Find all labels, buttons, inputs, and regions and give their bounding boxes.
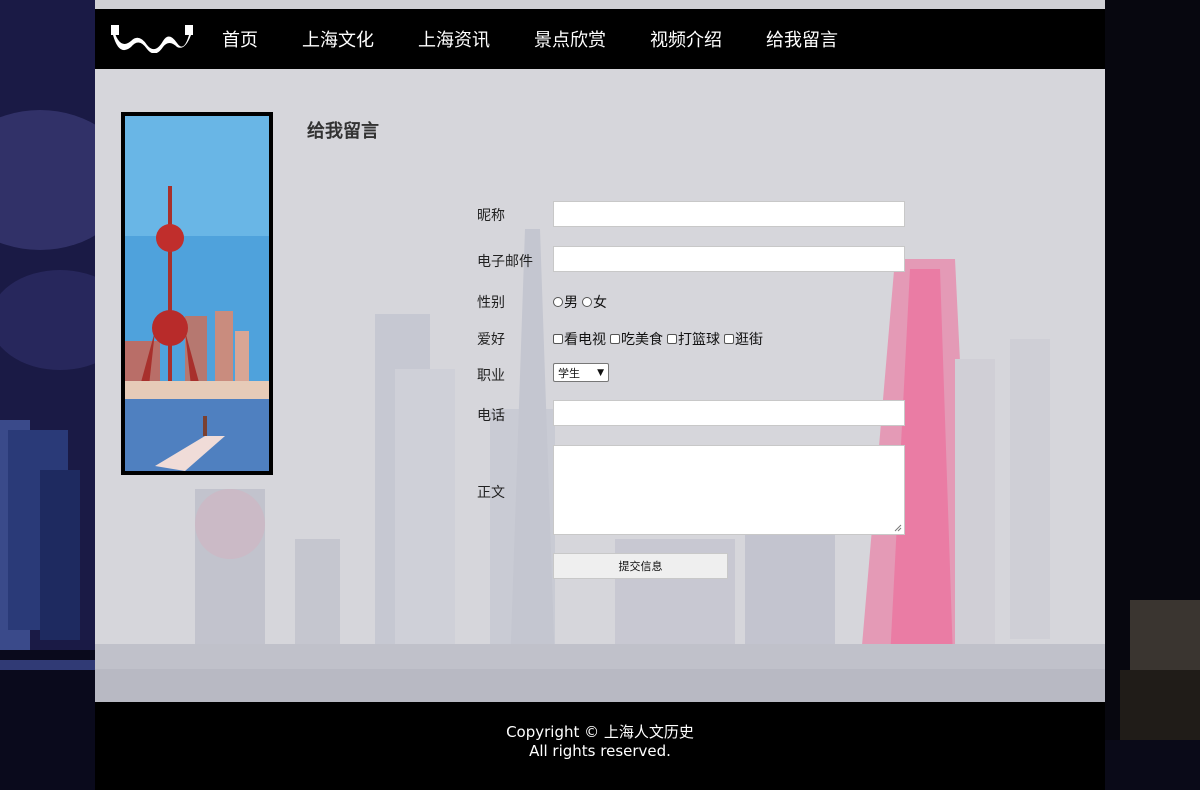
nickname-input[interactable]: [553, 201, 905, 227]
job-select[interactable]: 学生 ▼: [553, 363, 609, 382]
nav-item-message[interactable]: 给我留言: [766, 26, 838, 52]
chevron-down-icon: ▼: [597, 368, 604, 378]
body-textarea[interactable]: [553, 445, 905, 535]
hobby-food-checkbox[interactable]: [610, 334, 620, 344]
submit-button[interactable]: 提交信息: [553, 553, 728, 579]
hobby-tv-checkbox[interactable]: [553, 334, 563, 344]
gender-female-radio[interactable]: [582, 297, 592, 307]
footer-rights: All rights reserved.: [529, 742, 671, 760]
phone-input[interactable]: [553, 400, 905, 426]
email-label: 电子邮件: [477, 254, 533, 270]
hobby-label: 爱好: [477, 332, 505, 348]
nav-item-scenery[interactable]: 景点欣赏: [534, 26, 606, 52]
nickname-label: 昵称: [477, 208, 505, 224]
gender-options: 男 女: [553, 292, 607, 312]
footer-copyright: Copyright © 上海人文历史: [506, 723, 694, 741]
phone-label: 电话: [477, 408, 505, 424]
main-nav: 首页 上海文化 上海资讯 景点欣赏 视频介绍 给我留言: [95, 9, 1105, 69]
hobby-shopping-label: 逛街: [735, 332, 763, 348]
body-label: 正文: [477, 485, 505, 501]
nav-item-culture[interactable]: 上海文化: [302, 26, 374, 52]
nav-item-home[interactable]: 首页: [222, 26, 258, 52]
hobby-options: 看电视 吃美食 打篮球 逛街: [553, 329, 763, 349]
email-input[interactable]: [553, 246, 905, 272]
gender-label: 性别: [477, 295, 505, 311]
hobby-tv-label: 看电视: [564, 332, 606, 348]
resize-handle-icon[interactable]: [894, 524, 902, 532]
main-content: 给我留言 昵称 电子邮件 性别 男 女 爱好 看电视 吃美食 打篮球 逛街 职业…: [95, 69, 1105, 702]
nav-menu: 首页 上海文化 上海资讯 景点欣赏 视频介绍 给我留言: [222, 9, 882, 69]
nav-item-news[interactable]: 上海资讯: [418, 26, 490, 52]
top-strip: [95, 0, 1105, 9]
hobby-food-label: 吃美食: [621, 332, 663, 348]
hobby-shopping-checkbox[interactable]: [724, 334, 734, 344]
gender-male-radio[interactable]: [553, 297, 563, 307]
nav-item-video[interactable]: 视频介绍: [650, 26, 722, 52]
hobby-basketball-label: 打篮球: [678, 332, 720, 348]
footer: Copyright © 上海人文历史 All rights reserved.: [95, 702, 1105, 790]
job-select-value: 学生: [558, 366, 580, 380]
logo-icon[interactable]: [111, 21, 193, 53]
gender-male-label: 男: [564, 295, 578, 311]
page-container: 首页 上海文化 上海资讯 景点欣赏 视频介绍 给我留言 给我留言 昵称 电子邮件…: [95, 0, 1105, 790]
gender-female-label: 女: [593, 295, 607, 311]
job-label: 职业: [477, 368, 505, 384]
hobby-basketball-checkbox[interactable]: [667, 334, 677, 344]
message-form: 昵称 电子邮件 性别 男 女 爱好 看电视 吃美食 打篮球 逛街 职业 学生 ▼…: [95, 69, 1105, 702]
